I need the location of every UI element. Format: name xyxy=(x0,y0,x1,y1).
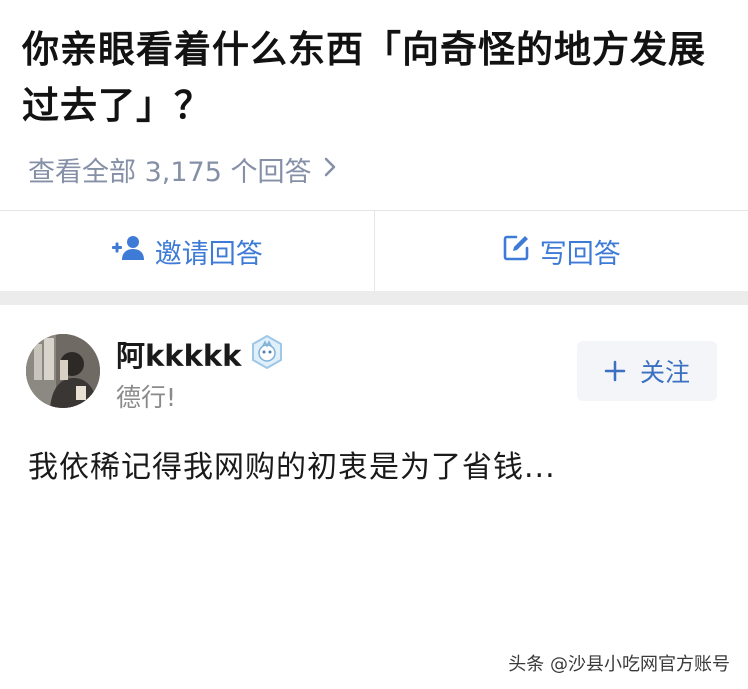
author-name-row: 阿kkkkk xyxy=(116,333,283,375)
author-avatar[interactable] xyxy=(26,334,100,408)
follow-label: 关注 xyxy=(639,358,690,387)
edit-icon xyxy=(502,234,540,269)
view-all-answers-link[interactable]: 查看全部 3,175 个回答 xyxy=(28,150,337,189)
section-separator xyxy=(0,291,748,305)
chevron-right-icon xyxy=(323,155,337,185)
answer-excerpt[interactable]: 我依稀记得我网购的初衷是为了省钱... xyxy=(28,442,556,486)
author-bio: 德行! xyxy=(116,383,177,412)
zhihu-question-page: 你亲眼看着什么东西「向奇怪的地方发展过去了」？ 查看全部 3,175 个回答 邀… xyxy=(0,0,748,689)
invite-answer-button[interactable]: 邀请回答 xyxy=(0,211,374,291)
view-all-label: 查看全部 3,175 个回答 xyxy=(28,157,312,188)
author-name[interactable]: 阿kkkkk xyxy=(116,333,241,375)
user-badge-icon xyxy=(251,334,283,373)
write-answer-label: 写回答 xyxy=(539,238,621,270)
action-bar: 邀请回答 写回答 xyxy=(0,211,748,291)
question-title[interactable]: 你亲眼看着什么东西「向奇怪的地方发展过去了」？ xyxy=(22,22,722,134)
invite-answer-label: 邀请回答 xyxy=(154,238,263,270)
add-user-icon xyxy=(111,235,155,268)
plus-icon xyxy=(604,355,626,387)
watermark: 头条 @沙县小吃网官方账号 xyxy=(508,654,730,675)
follow-button[interactable]: 关注 xyxy=(577,341,717,401)
write-answer-button[interactable]: 写回答 xyxy=(373,211,748,291)
